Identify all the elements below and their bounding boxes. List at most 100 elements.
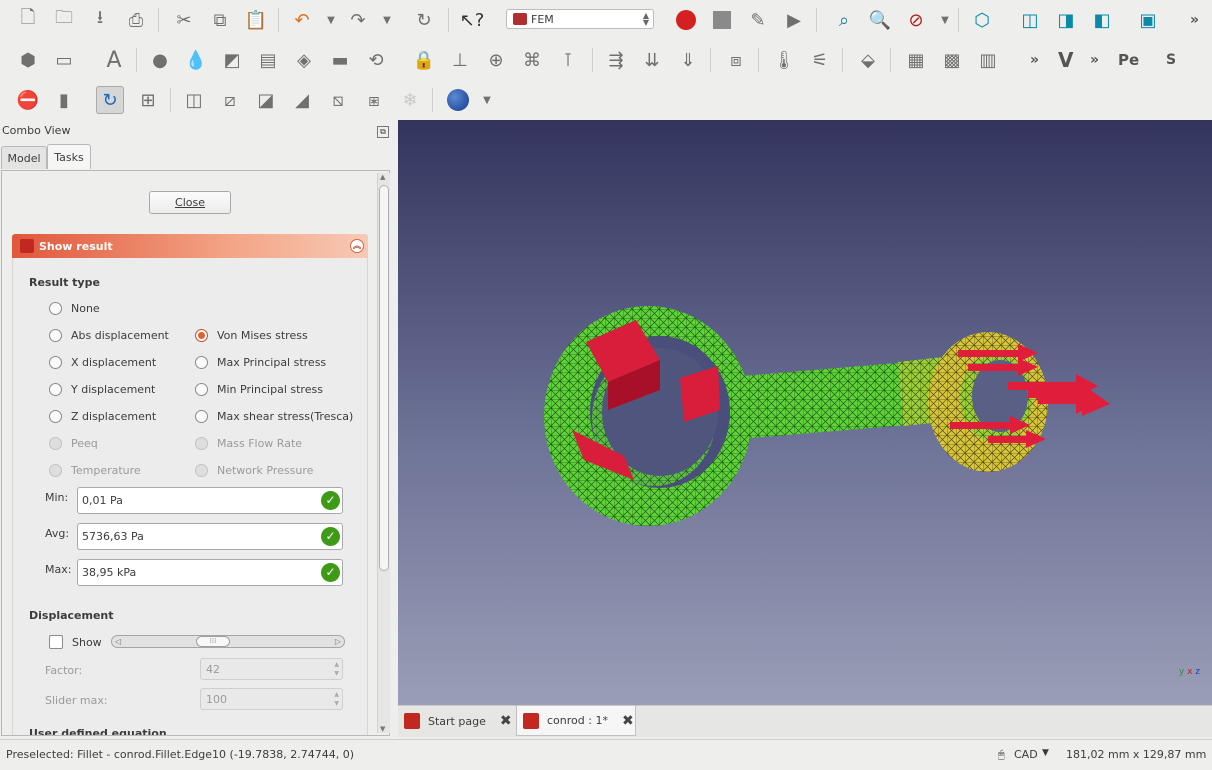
vtk-show-icon[interactable]: ⧄ — [216, 86, 244, 114]
constraint-selfweight-icon[interactable]: ⇓ — [674, 46, 702, 74]
material-editor-icon[interactable]: ◈ — [290, 46, 318, 74]
tab-model[interactable]: Model — [1, 146, 47, 169]
open-folder-icon[interactable]: 🗀 — [50, 6, 78, 34]
python-workbench-button[interactable]: Pe — [1118, 48, 1139, 72]
whats-this-icon[interactable]: ↖? — [458, 6, 486, 34]
slider-left-arrow-icon[interactable]: ◁ — [115, 636, 121, 647]
solid-material-icon[interactable]: ● — [146, 46, 174, 74]
draw-style-dropdown-icon[interactable]: ▼ — [938, 6, 952, 34]
beam-section-icon[interactable]: ▬ — [326, 46, 354, 74]
redo-dropdown-icon[interactable]: ▼ — [380, 6, 394, 34]
workbench-selector[interactable]: FEM ▲ ▼ — [506, 9, 654, 29]
solver-workbench-button[interactable]: S — [1166, 48, 1176, 72]
grid-icon[interactable]: ⊞ — [134, 86, 162, 114]
radio-none[interactable]: None — [49, 302, 100, 315]
scroll-down-icon[interactable]: ▼ — [380, 725, 385, 733]
toolbar-overflow-button-3[interactable]: » — [1090, 48, 1099, 72]
constraint-heatflux-icon[interactable]: ⚟ — [806, 46, 834, 74]
close-tab-icon[interactable]: ✖ — [500, 713, 512, 729]
max-field[interactable]: 38,95 kPa ✓ — [77, 559, 343, 586]
post-warp-icon[interactable]: ⧆ — [360, 86, 388, 114]
radio-max-principal[interactable]: Max Principal stress — [195, 356, 326, 369]
toolbar-overflow-button-2[interactable]: » — [1030, 48, 1039, 72]
chevron-down-icon[interactable]: ▼ — [1042, 748, 1049, 758]
show-displacement-checkbox[interactable]: Show — [49, 635, 102, 649]
radio-max-shear[interactable]: Max shear stress(Tresca) — [195, 410, 353, 423]
mesh-netgen-icon[interactable]: ⬙ — [854, 46, 882, 74]
fluid-material-icon[interactable]: 💧 — [182, 46, 210, 74]
text-icon[interactable]: A — [100, 46, 128, 74]
record-macro-icon[interactable] — [672, 6, 700, 34]
post-function-icon[interactable] — [444, 86, 472, 114]
tasks-scrollbar[interactable]: ▲ ▼ — [377, 173, 390, 733]
paste-icon[interactable]: 📋 — [242, 6, 270, 34]
constraint-contact-icon[interactable]: ⌘ — [518, 46, 546, 74]
view-box-icon[interactable]: ▣ — [1134, 6, 1162, 34]
radio-von-mises[interactable]: Von Mises stress — [195, 329, 308, 342]
constraint-temperature-icon[interactable]: 🌡 — [770, 46, 798, 74]
close-tab-icon[interactable]: ✖ — [622, 713, 634, 729]
view-front-icon[interactable]: ◫ — [1016, 6, 1044, 34]
constraint-force-icon[interactable]: ⇶ — [602, 46, 630, 74]
post-function-dropdown-icon[interactable]: ▼ — [480, 86, 494, 114]
result-show-icon[interactable]: ◫ — [180, 86, 208, 114]
constraint-displacement-icon[interactable]: ⊥ — [446, 46, 474, 74]
copy-icon[interactable]: ⧉ — [206, 6, 234, 34]
edit-macro-icon[interactable]: ✎ — [744, 6, 772, 34]
undo-dropdown-icon[interactable]: ▼ — [324, 6, 338, 34]
post-pipeline-icon[interactable]: ◪ — [252, 86, 280, 114]
tab-start-page[interactable]: Start page ✖ — [398, 706, 516, 736]
folder-icon[interactable]: ▭ — [50, 46, 78, 74]
beam-rotation-icon[interactable]: ⟲ — [362, 46, 390, 74]
toolbar-overflow-button[interactable]: » — [1190, 8, 1199, 32]
avg-field[interactable]: 5736,63 Pa ✓ — [77, 523, 343, 550]
redo-icon[interactable]: ↷ — [344, 6, 372, 34]
radio-x-displacement[interactable]: X displacement — [49, 356, 156, 369]
mesh-gmsh-icon[interactable]: ▦ — [902, 46, 930, 74]
stop-macro-icon[interactable] — [708, 6, 736, 34]
constraint-plane-icon[interactable]: ⊕ — [482, 46, 510, 74]
refresh-view-icon[interactable]: ↻ — [96, 86, 124, 114]
view-top-icon[interactable]: ◨ — [1052, 6, 1080, 34]
radio-z-displacement[interactable]: Z displacement — [49, 410, 156, 423]
undock-icon[interactable]: ⧉ — [377, 126, 389, 138]
mesh-region-icon[interactable]: ▥ — [974, 46, 1002, 74]
tab-conrod[interactable]: conrod : 1* ✖ — [516, 706, 636, 736]
view-isometric-icon[interactable]: ⬡ — [968, 6, 996, 34]
constraint-initial-temp-icon[interactable]: ⧈ — [722, 46, 750, 74]
tab-tasks[interactable]: Tasks — [47, 144, 91, 169]
print-icon[interactable]: ⎙ — [122, 6, 150, 34]
min-field[interactable]: 0,01 Pa ✓ — [77, 487, 343, 514]
scrollbar-thumb[interactable] — [379, 185, 389, 571]
view-fit-all-icon[interactable]: ⌕ — [830, 6, 858, 34]
view-right-icon[interactable]: ◧ — [1088, 6, 1116, 34]
close-button[interactable]: Close — [149, 191, 231, 214]
scroll-up-icon[interactable]: ▲ — [380, 173, 385, 181]
radio-y-displacement[interactable]: Y displacement — [49, 383, 155, 396]
post-scalar-clip-icon[interactable]: ⧅ — [324, 86, 352, 114]
reinforced-material-icon[interactable]: ▤ — [254, 46, 282, 74]
draw-style-icon[interactable]: ⊘ — [902, 6, 930, 34]
constraint-tie-icon[interactable]: ⊺ — [554, 46, 582, 74]
constraint-fixed-icon[interactable]: 🔒 — [410, 46, 438, 74]
zoom-selection-icon[interactable]: 🔍 — [866, 6, 894, 34]
radio-min-principal[interactable]: Min Principal stress — [195, 383, 323, 396]
cut-icon[interactable]: ✂ — [170, 6, 198, 34]
displacement-slider[interactable]: ◁ ⁞⁞⁞ ▷ — [111, 635, 345, 648]
3d-view[interactable]: y x z — [398, 120, 1212, 705]
slider-right-arrow-icon[interactable]: ▷ — [335, 636, 341, 647]
post-clip-icon[interactable]: ◢ — [288, 86, 316, 114]
save-icon[interactable]: ⭳ — [86, 6, 114, 34]
column-icon[interactable]: ▮ — [50, 86, 78, 114]
mesh-boundary-layer-icon[interactable]: ▩ — [938, 46, 966, 74]
stop-icon[interactable]: ⛔ — [14, 86, 42, 114]
navigation-style[interactable]: CAD — [1014, 748, 1038, 761]
analysis-container-icon[interactable]: ⬢ — [14, 46, 42, 74]
constraint-pressure-icon[interactable]: ⇊ — [638, 46, 666, 74]
run-macro-icon[interactable]: ▶ — [780, 6, 808, 34]
slider-handle[interactable]: ⁞⁞⁞ — [196, 636, 230, 647]
collapse-icon[interactable]: ︽ — [350, 239, 364, 253]
vtk-workbench-button[interactable]: V — [1058, 48, 1073, 72]
new-document-icon[interactable]: 🗋 — [14, 6, 42, 34]
radio-abs-displacement[interactable]: Abs displacement — [49, 329, 169, 342]
